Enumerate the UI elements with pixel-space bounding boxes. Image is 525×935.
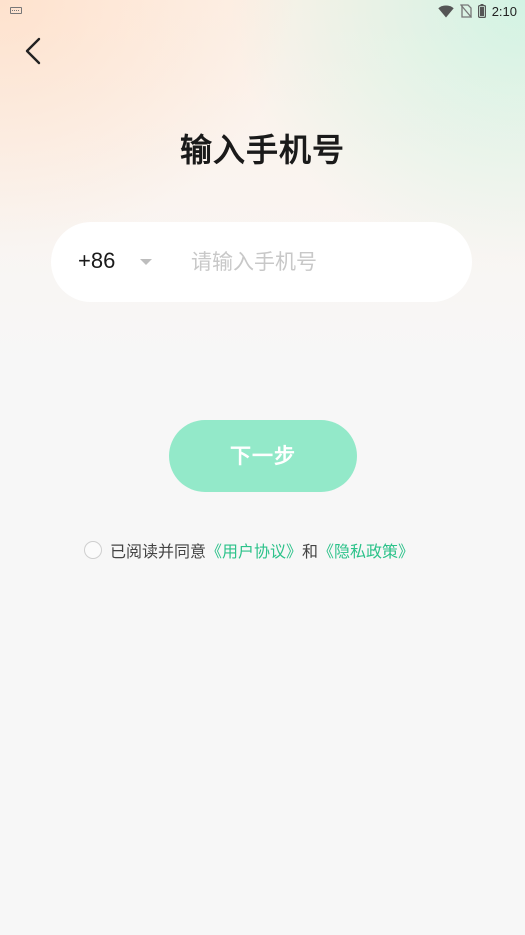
phone-input-container: +86	[51, 222, 472, 302]
status-icons: 2:10	[437, 2, 517, 20]
wifi-icon	[437, 5, 454, 17]
agreement-row: 已阅读并同意 《用户协议》 和 《隐私政策》	[84, 538, 414, 562]
phone-input[interactable]	[191, 242, 441, 282]
agreement-conjunction: 和	[302, 542, 319, 561]
next-button[interactable]: 下一步	[169, 420, 357, 492]
page-title: 输入手机号	[179, 131, 345, 169]
user-agreement-link[interactable]: 《用户协议》	[206, 538, 302, 562]
agreement-prefix: 已阅读并同意	[110, 542, 207, 561]
no-sim-icon	[459, 4, 472, 18]
country-code-selector[interactable]: +86	[78, 248, 115, 274]
privacy-policy-link[interactable]: 《隐私政策》	[318, 538, 414, 562]
back-button[interactable]	[16, 34, 50, 68]
agree-checkbox[interactable]	[84, 541, 102, 559]
chevron-left-icon	[25, 37, 41, 65]
dropdown-arrow-icon[interactable]	[140, 259, 152, 265]
status-bar: 2:10	[0, 0, 525, 22]
battery-icon	[477, 4, 486, 18]
keyboard-icon	[10, 7, 22, 14]
status-time: 2:10	[491, 3, 517, 19]
